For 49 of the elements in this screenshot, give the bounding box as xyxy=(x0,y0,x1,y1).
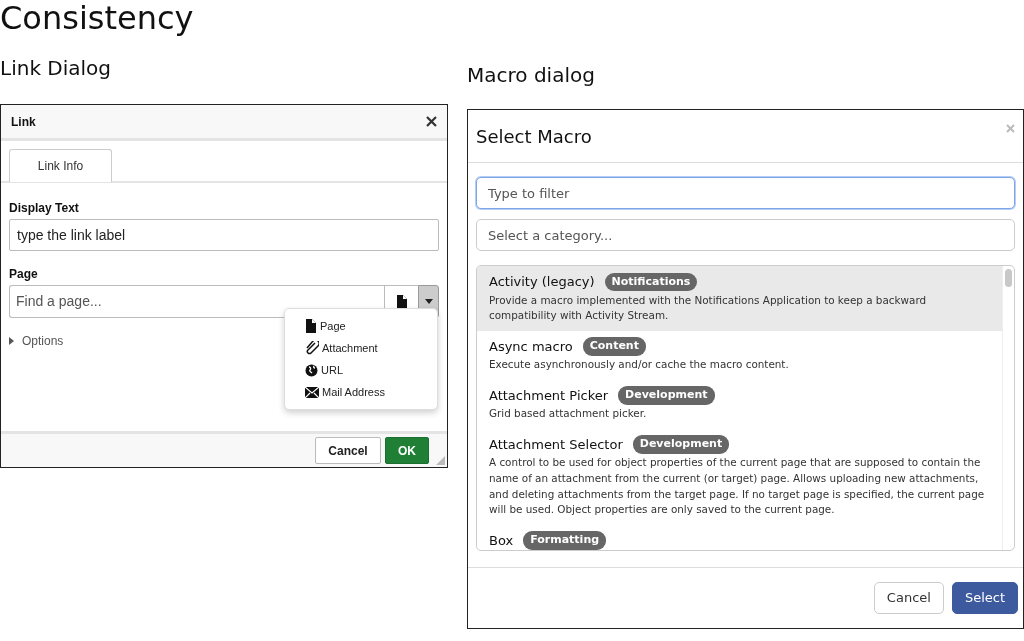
cancel-button[interactable]: Cancel xyxy=(315,437,381,464)
menu-item[interactable]: Mail Address xyxy=(305,381,385,403)
select-button[interactable]: Select xyxy=(951,582,1018,614)
list-item[interactable]: Activity (legacy) Notifications Provide a macro implemented with the Notifications Application to keep a backward compatibility with Activity Stream. xyxy=(477,266,1002,331)
menu-item[interactable]: URL xyxy=(305,359,343,381)
close-icon xyxy=(1006,124,1015,133)
category-tag: Development xyxy=(632,435,730,454)
field-label: Display Text xyxy=(9,200,80,217)
filter-field[interactable]: Type to filter xyxy=(476,177,1015,209)
close-icon xyxy=(426,116,437,127)
menu-item[interactable]: Attachment xyxy=(305,337,378,359)
search-field[interactable]: Find a page... xyxy=(9,285,384,318)
resize-grip-icon xyxy=(436,456,445,465)
dialog-title: Select Macro xyxy=(476,124,592,149)
macro-description: Execute asynchronously and/or cache the macro content. xyxy=(489,357,790,373)
category-select[interactable]: Select a category... xyxy=(476,219,1015,251)
text-field[interactable]: type the link label xyxy=(9,219,439,251)
macro-name: Attachment Selector xyxy=(489,435,623,454)
macro-name: Box xyxy=(489,531,514,550)
close-button[interactable] xyxy=(426,116,437,127)
envelope-icon xyxy=(305,386,319,398)
list-item[interactable]: Attachment Picker Development Grid based attachment picker. xyxy=(477,379,1002,429)
section-heading: Link Dialog xyxy=(0,56,112,80)
macro-name: Async macro xyxy=(489,337,573,356)
list-item[interactable]: Async macro Content Execute asynchronously and/or cache the macro content. xyxy=(477,330,1002,380)
page-title: Consistency xyxy=(0,2,195,34)
category-tag: Content xyxy=(582,337,646,356)
macro-name: Activity (legacy) xyxy=(489,273,595,291)
list-item[interactable]: Box Formatting xyxy=(477,524,1002,550)
category-tag: Development xyxy=(618,386,715,405)
category-tag: Formatting xyxy=(523,531,607,550)
globe-icon xyxy=(305,363,318,377)
file-icon xyxy=(305,319,317,333)
dialog-title: Link xyxy=(11,113,36,131)
scrollbar[interactable] xyxy=(1002,266,1014,550)
paperclip-icon xyxy=(305,341,319,355)
caret-icon xyxy=(424,299,433,304)
macro-description: A control to be used for object properties of the current page that are supposed to contain the name of an attachment from the current (or target) page. Allows uploading new attachments, and deleting attachments from the target page. If no target page is specified, the current page will be used. Object properties are only saved to the current page. xyxy=(489,455,986,518)
cancel-button[interactable]: Cancel xyxy=(873,582,944,614)
macro-name: Attachment Picker xyxy=(489,386,609,405)
menu-item[interactable]: Page xyxy=(305,315,346,337)
field-label: Page xyxy=(9,266,39,283)
macro-description: Provide a macro implemented with the Notifications Application to keep a backward compatibility with Activity Stream. xyxy=(489,292,928,324)
options-toggle[interactable]: Options xyxy=(9,332,64,350)
ok-button[interactable]: OK xyxy=(385,437,429,464)
tab[interactable]: Link Info xyxy=(9,149,112,182)
category-tag: Notifications xyxy=(604,272,698,291)
macro-description: Grid based attachment picker. xyxy=(489,406,648,422)
section-heading: Macro dialog xyxy=(467,63,596,87)
